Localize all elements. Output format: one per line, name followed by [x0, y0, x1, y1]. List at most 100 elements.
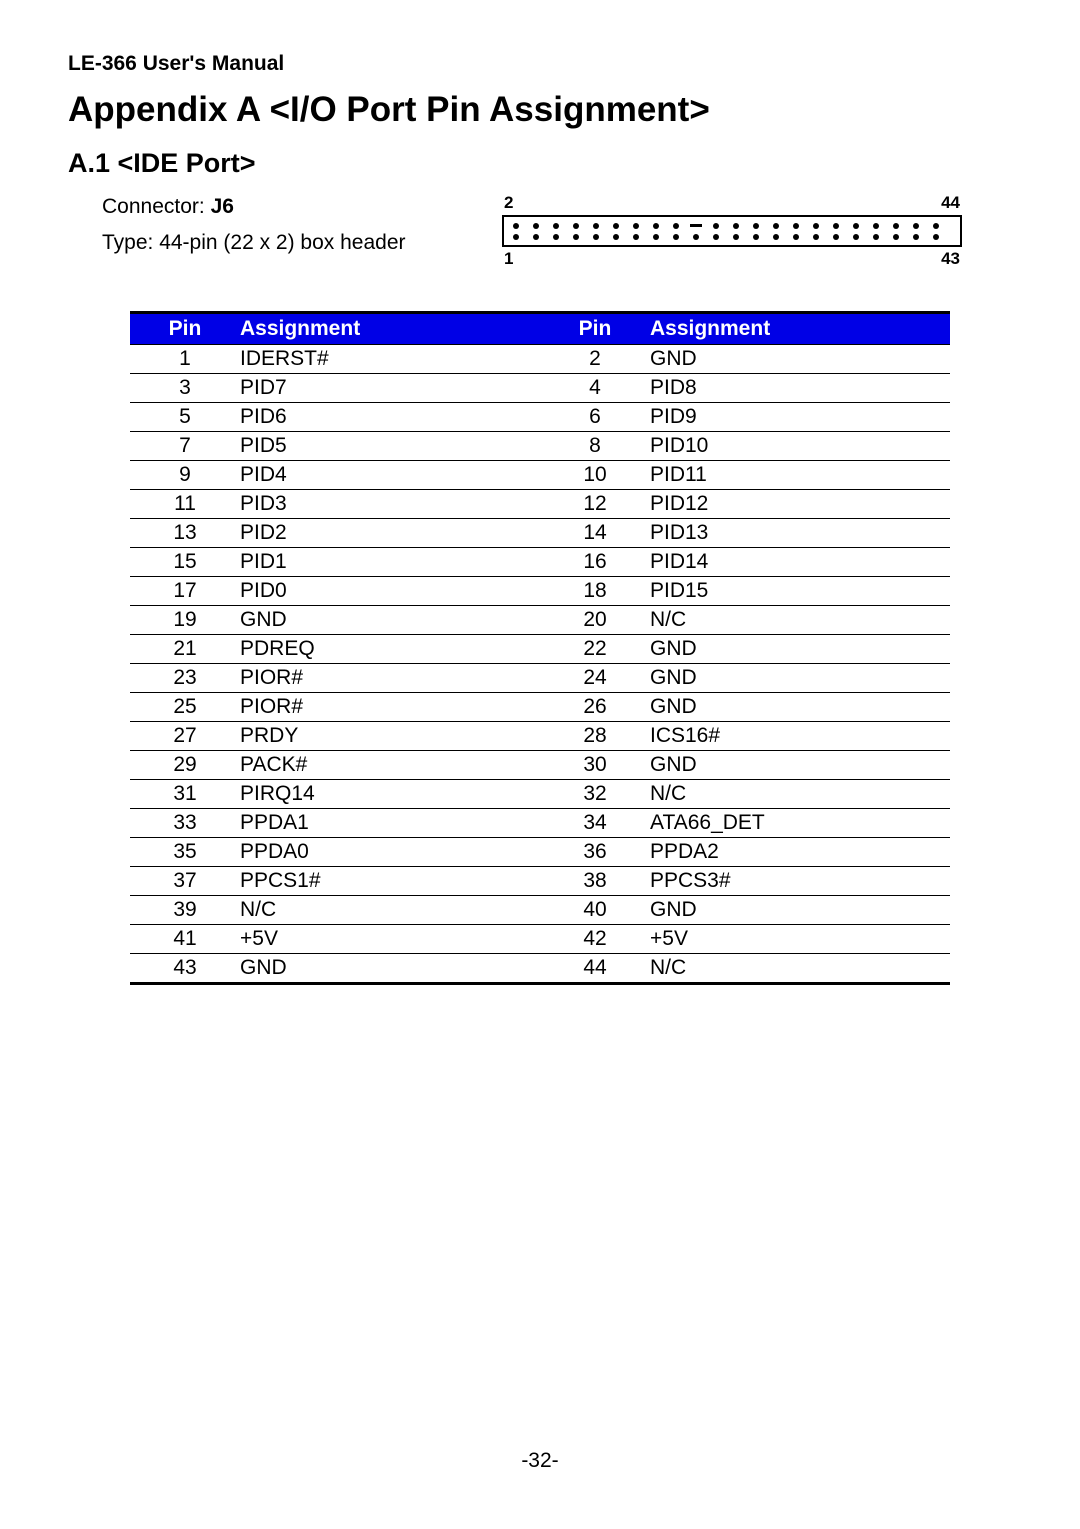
assign-cell: GND	[650, 664, 950, 693]
pin-dot	[927, 220, 945, 231]
assign-cell: PID11	[650, 461, 950, 490]
pin-cell: 6	[540, 403, 650, 432]
section-title: A.1 <IDE Port>	[68, 148, 1012, 179]
assign-cell: N/C	[650, 954, 950, 984]
pin-dot	[687, 231, 705, 242]
pin-cell: 29	[130, 751, 240, 780]
assign-cell: PID2	[240, 519, 540, 548]
pin-dot	[627, 220, 645, 231]
assign-cell: ATA66_DET	[650, 809, 950, 838]
assign-cell: PRDY	[240, 722, 540, 751]
pin-dot	[687, 220, 705, 231]
pin-cell: 39	[130, 896, 240, 925]
pin-dot	[827, 220, 845, 231]
pin-cell: 12	[540, 490, 650, 519]
diagram-label-bottom-left: 1	[504, 249, 513, 269]
th-pin2: Pin	[540, 313, 650, 345]
pin-cell: 32	[540, 780, 650, 809]
pin-cell: 3	[130, 374, 240, 403]
pin-dot	[747, 220, 765, 231]
header-box	[502, 215, 962, 247]
pin-dot	[847, 231, 865, 242]
pin-cell: 40	[540, 896, 650, 925]
th-assign1: Assignment	[240, 313, 540, 345]
pin-cell: 42	[540, 925, 650, 954]
pin-cell: 17	[130, 577, 240, 606]
pin-dot	[767, 220, 785, 231]
pin-dot	[547, 231, 565, 242]
table-row: 21PDREQ22GND	[130, 635, 950, 664]
table-row: 7PID58PID10	[130, 432, 950, 461]
table-row: 31PIRQ1432N/C	[130, 780, 950, 809]
pin-cell: 14	[540, 519, 650, 548]
pin-cell: 34	[540, 809, 650, 838]
assign-cell: PPCS1#	[240, 867, 540, 896]
pin-dot	[627, 231, 645, 242]
assign-cell: PPCS3#	[650, 867, 950, 896]
assign-cell: PDREQ	[240, 635, 540, 664]
assign-cell: +5V	[650, 925, 950, 954]
pin-cell: 33	[130, 809, 240, 838]
assign-cell: PID7	[240, 374, 540, 403]
pin-dot	[787, 220, 805, 231]
table-row: 1IDERST#2GND	[130, 345, 950, 374]
pin-cell: 26	[540, 693, 650, 722]
pin-cell: 8	[540, 432, 650, 461]
assign-cell: GND	[650, 896, 950, 925]
pin-cell: 16	[540, 548, 650, 577]
table-row: 15PID116PID14	[130, 548, 950, 577]
pin-cell: 18	[540, 577, 650, 606]
pin-cell: 10	[540, 461, 650, 490]
table-row: 27PRDY28ICS16#	[130, 722, 950, 751]
pin-dot	[607, 231, 625, 242]
pin-cell: 24	[540, 664, 650, 693]
assign-cell: PPDA0	[240, 838, 540, 867]
pin-dot	[807, 231, 825, 242]
assign-cell: PID8	[650, 374, 950, 403]
pin-dot	[587, 231, 605, 242]
table-row: 35PPDA036PPDA2	[130, 838, 950, 867]
pin-dot	[507, 220, 525, 231]
assign-cell: PID4	[240, 461, 540, 490]
pin-cell: 21	[130, 635, 240, 664]
table-row: 3PID74PID8	[130, 374, 950, 403]
table-row: 37PPCS1#38PPCS3#	[130, 867, 950, 896]
appendix-title: Appendix A <I/O Port Pin Assignment>	[68, 90, 1012, 130]
assign-cell: PID15	[650, 577, 950, 606]
pin-cell: 27	[130, 722, 240, 751]
assign-cell: PID14	[650, 548, 950, 577]
diagram-label-top-right: 44	[941, 193, 960, 213]
pin-cell: 22	[540, 635, 650, 664]
table-row: 43GND44N/C	[130, 954, 950, 984]
assign-cell: N/C	[650, 780, 950, 809]
assign-cell: N/C	[650, 606, 950, 635]
assign-cell: N/C	[240, 896, 540, 925]
table-row: 11PID312PID12	[130, 490, 950, 519]
pin-dot	[927, 231, 945, 242]
table-row: 9PID410PID11	[130, 461, 950, 490]
th-pin1: Pin	[130, 313, 240, 345]
page-header: LE-366 User's Manual	[68, 52, 1012, 76]
assign-cell: PID6	[240, 403, 540, 432]
pin-dot	[647, 231, 665, 242]
connector-label: Connector:	[102, 195, 211, 218]
pin-cell: 19	[130, 606, 240, 635]
pin-cell: 9	[130, 461, 240, 490]
assign-cell: GND	[650, 693, 950, 722]
table-row: 23PIOR#24GND	[130, 664, 950, 693]
pin-dot	[527, 231, 545, 242]
pin-dot	[907, 231, 925, 242]
pin-dot	[887, 231, 905, 242]
assign-cell: PIRQ14	[240, 780, 540, 809]
pin-dot	[567, 220, 585, 231]
assign-cell: PACK#	[240, 751, 540, 780]
pin-cell: 38	[540, 867, 650, 896]
pin-dot	[887, 220, 905, 231]
pin-dot	[667, 220, 685, 231]
pin-dot	[667, 231, 685, 242]
header-diagram: 2 44 1 43	[502, 193, 962, 269]
pin-dot	[807, 220, 825, 231]
pin-dot	[767, 231, 785, 242]
pin-dot	[707, 231, 725, 242]
pin-cell: 13	[130, 519, 240, 548]
